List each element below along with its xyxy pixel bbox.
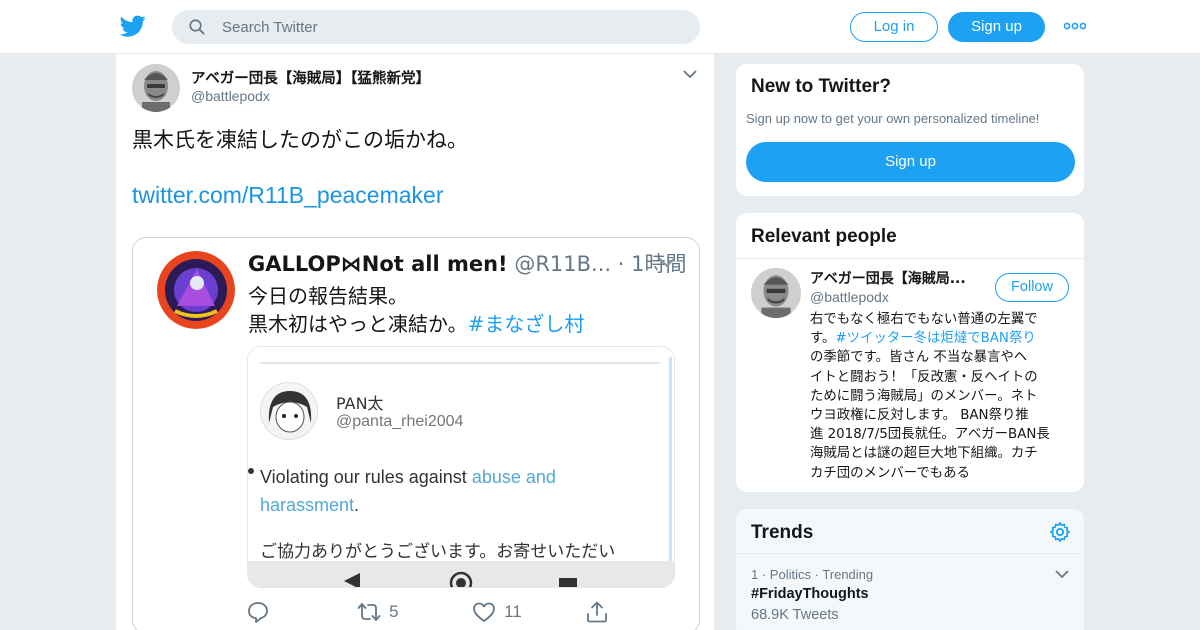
like-count: 11 [504, 602, 522, 621]
embed-quoted-card: PAN太 @panta_rhei2004 Violating our rules… [247, 346, 675, 588]
thanks-text: ご協力ありがとうございます。お寄せいただい [260, 542, 616, 562]
share-button[interactable] [585, 600, 609, 624]
person-bio: 右でもなく極右でもない普通の左翼で す。#ツイッター冬は炬燵でBAN祭り の季節… [810, 310, 1072, 483]
login-button[interactable]: Log in [850, 12, 938, 42]
author-name[interactable]: アベガー団長【海賊局】【猛熊新党】 [191, 67, 430, 88]
reply-button[interactable] [246, 600, 273, 624]
person-avatar-image [751, 268, 801, 318]
chevron-down-icon [658, 257, 676, 268]
bio-line: の季節です。皆さん 不当な暴言やヘ [810, 350, 1028, 366]
trends-header: Trends [736, 509, 1084, 554]
embed-text-line: 今日の報告結果。 [248, 284, 408, 308]
tweet-text: 黒木氏を凍結したのがこの垢かね。 [132, 128, 468, 152]
retweet-count: 5 [389, 602, 399, 621]
embed-text: 黒木初はやっと凍結か。 [248, 312, 468, 336]
inner-author-name: PAN太 [336, 394, 384, 413]
embed-avatar [157, 251, 235, 329]
trends-card: Trends 1 · Politics · Trending #FridayTh… [735, 508, 1085, 630]
divider [260, 362, 660, 364]
bio-line: 海賊局とは謎の超巨大地下組織。カチ [810, 446, 1038, 462]
twitter-bird-icon[interactable] [120, 13, 146, 39]
new-to-twitter-card: New to Twitter? Sign up now to get your … [735, 63, 1085, 197]
like-button[interactable]: 11 [472, 600, 522, 624]
share-icon [587, 601, 607, 623]
attached-image[interactable]: GALLOP⋈Not all men! @R11B... · 1時間 今日の報告… [132, 237, 700, 630]
retweet-icon [357, 603, 381, 621]
bio-line: カチ団のメンバーでもある [810, 465, 970, 481]
author-handle[interactable]: @battlepodx [191, 88, 270, 104]
trend-name[interactable]: #FridayThoughts [751, 586, 869, 602]
follow-button[interactable]: Follow [995, 273, 1069, 302]
bio-hashtag[interactable]: #ツイッター冬は炬燵でBAN祭り [835, 331, 1035, 346]
person-handle[interactable]: @battlepodx [810, 289, 889, 305]
gear-icon[interactable] [1049, 521, 1071, 543]
card-title: New to Twitter? [751, 76, 892, 97]
phone-nav-bar [248, 561, 674, 587]
card-title: Relevant people [751, 226, 897, 247]
embed-hashtag: #まなざし村 [467, 312, 585, 336]
search-input[interactable] [222, 10, 682, 44]
bio-line: 進 2018/7/5団長就任。アベガーBAN長 [810, 427, 1050, 443]
relevant-people-card: Relevant people アベガー団長【海賊局... @battlepod… [735, 212, 1085, 493]
trend-meta: 1 · Politics · Trending [751, 567, 874, 582]
top-bar: Log in Sign up [0, 0, 1200, 54]
search-box[interactable] [172, 10, 700, 44]
retweet-button[interactable]: 5 [357, 600, 399, 624]
embed-header: GALLOP⋈Not all men! @R11B... · 1時間 [248, 248, 686, 278]
bio-line: イトと闘おう！「反改憲・反ヘイトの [810, 369, 1038, 385]
avatar[interactable] [132, 64, 180, 112]
embed-text-line: 黒木初はやっと凍結か。#まなざし村 [248, 308, 584, 337]
more-dots-icon[interactable] [1064, 18, 1086, 34]
tweet-panel: アベガー団長【海賊局】【猛熊新党】 @battlepodx 黒木氏を凍結したのが… [115, 54, 715, 630]
chevron-down-icon[interactable] [1054, 568, 1070, 580]
chevron-down-icon[interactable] [682, 68, 698, 80]
inner-avatar [260, 382, 318, 440]
bio-line: ために闘う海賊局」のメンバー。ネト [810, 388, 1038, 404]
embed-author-name: GALLOP⋈Not all men! [248, 252, 508, 276]
scroll-indicator [669, 357, 672, 587]
bio-line: す。#ツイッター冬は炬燵でBAN祭り [810, 331, 1036, 347]
bio-line: 右でもなく極右でもない普通の左翼で [810, 312, 1038, 327]
card-title: Trends [751, 522, 814, 543]
bullet-icon [248, 468, 254, 474]
author-avatar-image [132, 64, 180, 112]
signup-button[interactable]: Sign up [948, 12, 1045, 42]
tweet-link[interactable]: twitter.com/R11B_peacemaker [132, 182, 444, 209]
trend-count: 68.9K Tweets [751, 607, 839, 623]
search-icon [189, 19, 205, 35]
card-subtitle: Sign up now to get your own personalized… [746, 111, 1040, 126]
avatar[interactable] [751, 268, 801, 318]
divider [736, 258, 1084, 259]
inner-author-handle: @panta_rhei2004 [336, 413, 464, 430]
tweet-actions: 5 11 [116, 594, 716, 628]
person-name[interactable]: アベガー団長【海賊局... [810, 268, 978, 288]
sidebar-signup-button[interactable]: Sign up [746, 142, 1075, 182]
bio-line: ウヨ政権に反対します。 BAN祭り推 [810, 408, 1029, 424]
violation-text: Violating our rules against abuse and ha… [260, 467, 556, 515]
reply-icon [248, 602, 268, 623]
heart-icon [473, 602, 495, 622]
